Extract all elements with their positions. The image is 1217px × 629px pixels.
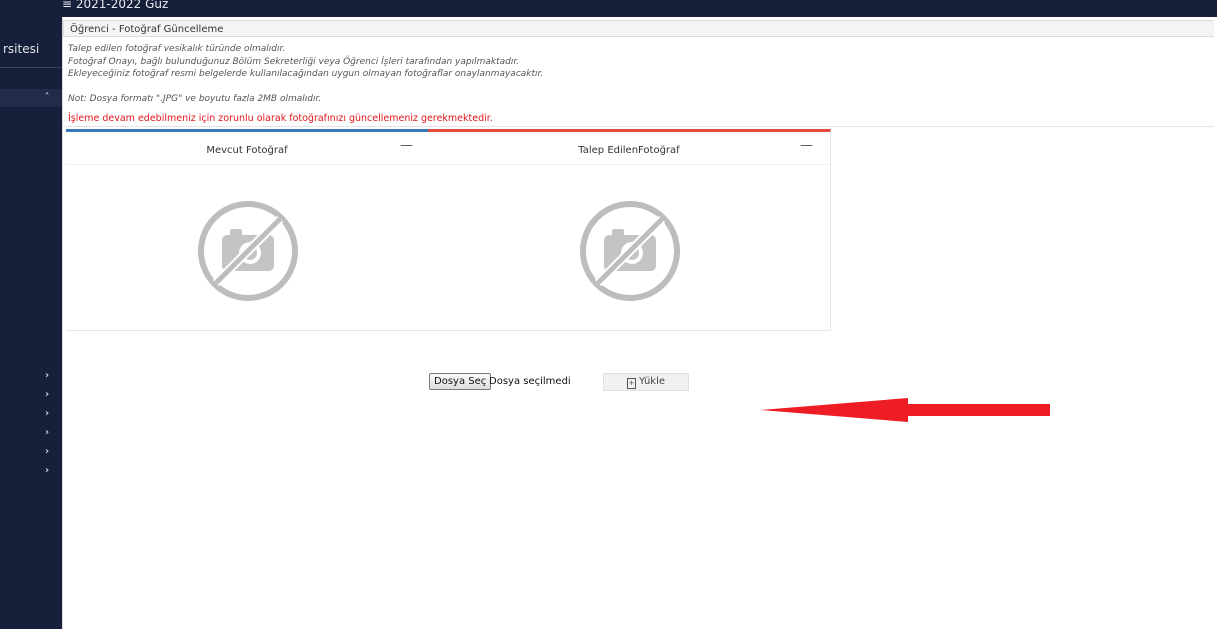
note-line: Fotoğraf Onayı, bağlı bulunduğunuz Bölüm… — [68, 56, 520, 67]
no-photo-icon — [198, 201, 298, 301]
collapse-icon[interactable]: — — [400, 139, 413, 152]
choose-file-button[interactable]: Dosya Seç — [429, 373, 492, 390]
sidebar-divider — [0, 67, 62, 68]
chevron-right-icon[interactable]: › — [42, 466, 52, 476]
current-photo-card: Mevcut Fotoğraf — — [66, 129, 428, 331]
note-line: Ekleyeceğiniz fotoğraf resmi belgelerde … — [68, 69, 544, 79]
requested-photo-title: Talep EdilenFotoğraf — [578, 145, 680, 156]
chevron-right-icon[interactable]: › — [42, 447, 52, 457]
chevron-up-icon[interactable]: ˄ — [42, 93, 52, 103]
note-line: Talep edilen fotoğraf vesikalık türünde … — [68, 44, 286, 54]
no-photo-icon — [580, 201, 680, 301]
collapse-icon[interactable]: — — [800, 139, 813, 152]
upload-button[interactable]: + Yükle — [603, 373, 689, 391]
file-status-label: Dosya seçilmedi — [489, 376, 571, 387]
upload-button-label: Yükle — [638, 376, 666, 387]
section-divider — [63, 126, 1214, 127]
warning-message: İşleme devam edebilmeniz için zorunlu ol… — [68, 113, 493, 124]
file-add-icon: + — [626, 378, 636, 389]
main-content: Öğrenci - Fotoğraf Güncelleme Talep edil… — [62, 17, 1217, 629]
chevron-right-icon[interactable]: › — [42, 390, 52, 400]
sidebar: rsitesi ˄ › › › › › › — [0, 17, 62, 629]
chevron-right-icon[interactable]: › — [42, 409, 52, 419]
term-selector[interactable]: ≡ 2021-2022 Güz — [62, 0, 168, 10]
top-bar: ≡ 2021-2022 Güz — [0, 0, 1217, 17]
chevron-right-icon[interactable]: › — [42, 428, 52, 438]
university-name: rsitesi — [3, 42, 40, 56]
panel-title: Öğrenci - Fotoğraf Güncelleme — [63, 20, 1214, 37]
requested-photo-card: Talep EdilenFotoğraf — — [428, 129, 831, 331]
chevron-right-icon[interactable]: › — [42, 371, 52, 381]
sidebar-item-active[interactable] — [0, 89, 62, 107]
current-photo-title: Mevcut Fotoğraf — [206, 145, 288, 156]
note-line: Not: Dosya formatı ".JPG" ve boyutu fazl… — [68, 93, 322, 104]
red-arrow-annotation — [760, 398, 1050, 422]
instruction-notes: Talep edilen fotoğraf vesikalık türünde … — [68, 43, 768, 105]
